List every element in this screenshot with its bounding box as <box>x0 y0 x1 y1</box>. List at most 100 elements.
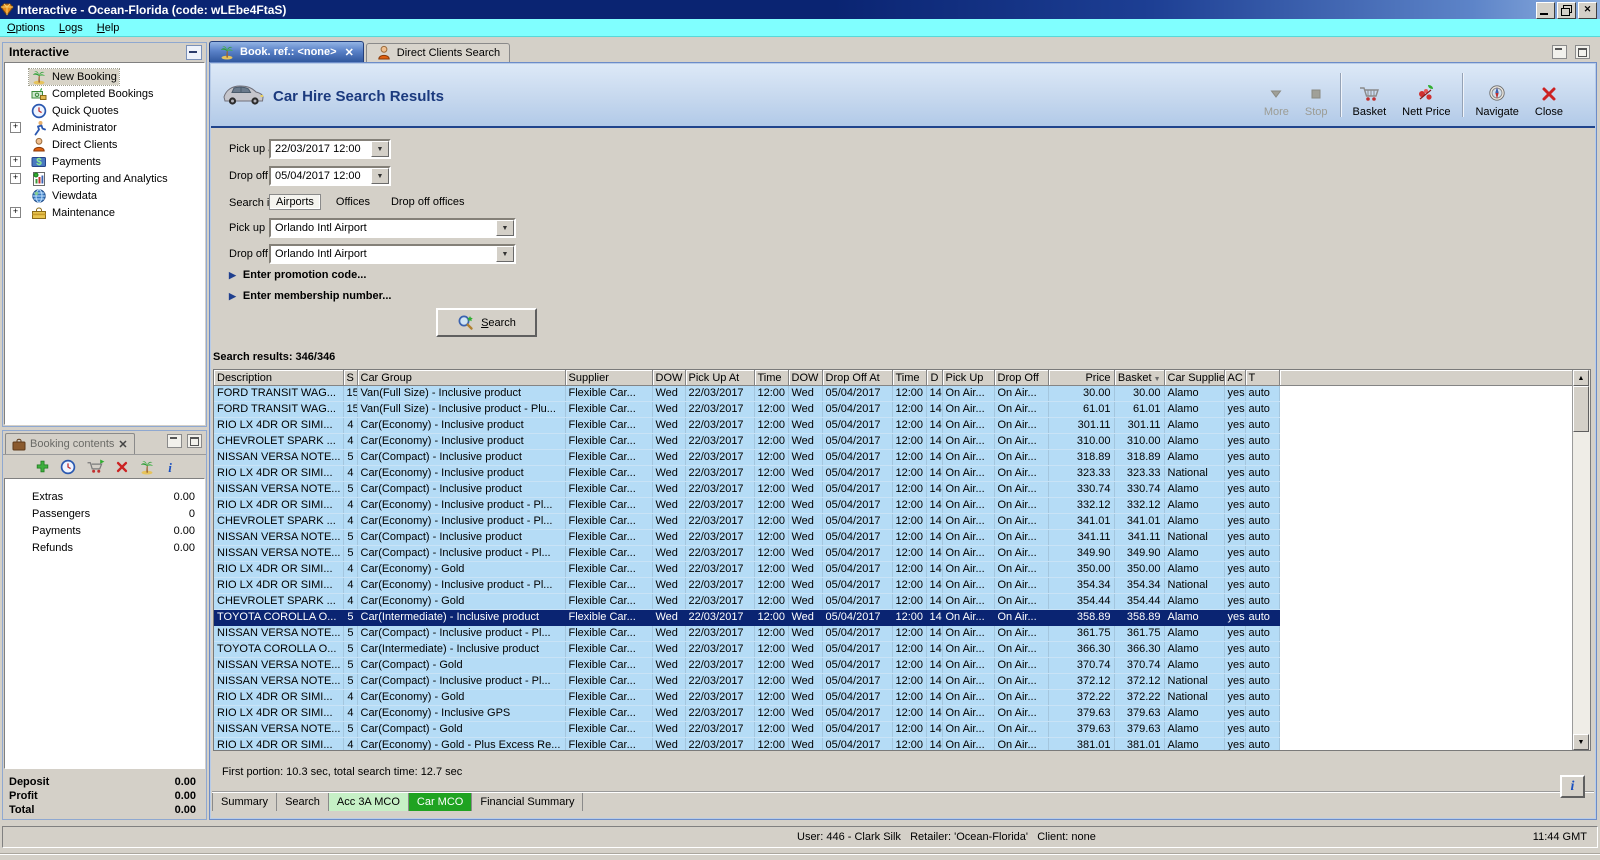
table-row[interactable]: RIO LX 4DR OR SIMI... 4 Car(Economy) - Inc… <box>214 577 1573 594</box>
expand-toggle[interactable]: + <box>10 207 21 218</box>
membership-number-expander[interactable]: ▶ Enter membership number... <box>229 290 391 302</box>
table-row[interactable]: NISSAN VERSA NOTE... 5 Car(Compact) - Incl… <box>214 625 1573 642</box>
sidebar-item-payments[interactable]: + $ Payments <box>5 153 204 170</box>
table-row[interactable]: RIO LX 4DR OR SIMI... 4 Car(Economy) - Inc… <box>214 465 1573 482</box>
table-row[interactable]: RIO LX 4DR OR SIMI... 4 Car(Economy) - Inc… <box>214 705 1573 722</box>
table-row[interactable]: NISSAN VERSA NOTE... 5 Car(Compact) - Incl… <box>214 545 1573 562</box>
table-row[interactable]: NISSAN VERSA NOTE... 5 Car(Compact) - Incl… <box>214 673 1573 690</box>
info-button[interactable]: i <box>165 460 175 474</box>
close-icon[interactable]: ✕ <box>118 438 127 451</box>
quick-quote-button[interactable] <box>60 459 76 475</box>
table-row[interactable]: NISSAN VERSA NOTE... 5 Car(Compact) - Incl… <box>214 481 1573 498</box>
column-header-drop-off-at[interactable]: Drop Off At <box>822 370 893 386</box>
remove-item-button[interactable] <box>115 460 129 474</box>
table-row[interactable]: FORD TRANSIT WAG...15Van(Full Size) - In… <box>214 385 1573 402</box>
search-in-airports[interactable]: Airports <box>269 194 321 210</box>
mdi-maximize-button[interactable] <box>1575 45 1590 59</box>
sidebar-item-administrator[interactable]: + Administrator <box>5 119 204 136</box>
sidebar-item-completed-bookings[interactable]: Completed Bookings <box>5 85 204 102</box>
menu-item-options[interactable]: Options <box>0 21 52 35</box>
column-header-d[interactable]: D <box>926 370 943 386</box>
pickup-select[interactable]: Orlando Intl Airport ▼ <box>269 218 516 238</box>
search-button[interactable]: Search <box>436 308 537 337</box>
table-row[interactable]: NISSAN VERSA NOTE... 5 Car(Compact) - Incl… <box>214 449 1573 466</box>
scrollbar-thumb[interactable] <box>1573 386 1590 432</box>
table-row[interactable]: NISSAN VERSA NOTE... 5 Car(Compact) - Incl… <box>214 529 1573 546</box>
tab-direct-clients-search[interactable]: Direct Clients Search <box>365 43 511 62</box>
new-booking-button[interactable] <box>139 459 155 475</box>
column-header-time[interactable]: Time <box>892 370 927 386</box>
column-header-description[interactable]: Description <box>214 370 344 386</box>
bottom-tab-summary[interactable]: Summary <box>212 793 278 811</box>
close-icon[interactable]: ✕ <box>345 46 354 59</box>
sidebar-item-maintenance[interactable]: + Maintenance <box>5 204 204 221</box>
sidebar-item-viewdata[interactable]: Viewdata <box>5 187 204 204</box>
bottom-tab-acc-3a-mco[interactable]: Acc 3A MCO <box>328 793 409 811</box>
table-row[interactable]: RIO LX 4DR OR SIMI... 4 Car(Economy) - Gol… <box>214 737 1573 750</box>
table-row[interactable]: CHEVROLET SPARK ... 4 Car(Economy) - Inclu… <box>214 433 1573 450</box>
table-row[interactable]: NISSAN VERSA NOTE... 5 Car(Compact) - Gold… <box>214 721 1573 738</box>
sidebar-item-new-booking[interactable]: New Booking <box>5 67 204 86</box>
table-row[interactable]: RIO LX 4DR OR SIMI... 4 Car(Economy) - Gol… <box>214 561 1573 578</box>
chevron-down-icon[interactable]: ▼ <box>496 246 514 262</box>
booking-contents-tab[interactable]: Booking contents ✕ <box>5 433 135 454</box>
sidebar-item-direct-clients[interactable]: Direct Clients <box>5 136 204 153</box>
navigate-button[interactable]: Navigate <box>1467 72 1526 118</box>
column-header-time[interactable]: Time <box>754 370 789 386</box>
info-button[interactable]: i <box>1560 775 1585 798</box>
bottom-tab-search[interactable]: Search <box>277 793 329 811</box>
nett-price-button[interactable]: Nett Price <box>1394 72 1458 118</box>
close-button[interactable]: Close <box>1527 72 1571 118</box>
table-row[interactable]: RIO LX 4DR OR SIMI... 4 Car(Economy) - Gol… <box>214 689 1573 706</box>
panel-maximize-button[interactable] <box>187 434 202 448</box>
table-row[interactable]: TOYOTA COROLLA O... 5 Car(Intermediate) - … <box>214 609 1573 626</box>
chevron-down-icon[interactable]: ▼ <box>371 168 389 184</box>
panel-minimize-button[interactable] <box>167 434 182 448</box>
column-header-car-supplier[interactable]: Car Supplier <box>1164 370 1225 386</box>
menu-item-logs[interactable]: Logs <box>52 21 90 35</box>
chevron-down-icon[interactable]: ▼ <box>371 141 389 157</box>
expand-toggle[interactable]: + <box>10 173 21 184</box>
column-header-price[interactable]: Price <box>1048 370 1115 386</box>
expand-toggle[interactable]: + <box>10 156 21 167</box>
sidebar-collapse-button[interactable] <box>186 44 202 60</box>
column-header-pick-up-at[interactable]: Pick Up At <box>685 370 755 386</box>
column-header-pick-up[interactable]: Pick Up <box>942 370 995 386</box>
table-row[interactable]: CHEVROLET SPARK ... 4 Car(Economy) - Inclu… <box>214 513 1573 530</box>
column-header-dow[interactable]: DOW <box>652 370 686 386</box>
basket-button[interactable]: Basket <box>1345 72 1395 118</box>
bottom-tab-financial-summary[interactable]: Financial Summary <box>472 793 584 811</box>
column-header-supplier[interactable]: Supplier <box>565 370 653 386</box>
column-header-basket[interactable]: Basket ▼ <box>1114 370 1165 386</box>
chevron-down-icon[interactable]: ▼ <box>496 220 514 236</box>
bottom-tab-car-mco[interactable]: Car MCO <box>408 793 473 811</box>
sidebar-item-quick-quotes[interactable]: Quick Quotes <box>5 102 204 119</box>
table-row[interactable]: RIO LX 4DR OR SIMI... 4 Car(Economy) - Inc… <box>214 497 1573 514</box>
mdi-minimize-button[interactable] <box>1552 45 1567 59</box>
expand-toggle[interactable]: + <box>10 122 21 133</box>
tab-book-ref-none[interactable]: Book. ref.: <none> ✕ <box>209 41 364 62</box>
restore-button[interactable] <box>1557 2 1576 19</box>
table-row[interactable]: CHEVROLET SPARK ... 4 Car(Economy) - Gold F… <box>214 593 1573 610</box>
column-header-filler[interactable] <box>1279 370 1573 386</box>
column-header-dow[interactable]: DOW <box>788 370 823 386</box>
close-button[interactable]: ✕ <box>1578 2 1597 19</box>
menu-item-help[interactable]: Help <box>90 21 127 35</box>
table-row[interactable]: NISSAN VERSA NOTE... 5 Car(Compact) - Gold… <box>214 657 1573 674</box>
search-in-offices[interactable]: Offices <box>330 195 376 209</box>
column-header-drop-off[interactable]: Drop Off <box>994 370 1049 386</box>
column-header-s[interactable]: S <box>343 370 358 386</box>
minimize-button[interactable] <box>1536 2 1555 19</box>
table-row[interactable]: FORD TRANSIT WAG...15Van(Full Size) - In… <box>214 401 1573 418</box>
column-header-car-group[interactable]: Car Group <box>357 370 566 386</box>
move-to-basket-button[interactable] <box>86 459 105 474</box>
sidebar-item-reporting-and-analytics[interactable]: + Reporting and Analytics <box>5 170 204 187</box>
scroll-down-button[interactable]: ▼ <box>1573 734 1590 750</box>
table-row[interactable]: TOYOTA COROLLA O... 5 Car(Intermediate) - … <box>214 641 1573 658</box>
promotion-code-expander[interactable]: ▶ Enter promotion code... <box>229 269 366 281</box>
add-item-button[interactable] <box>35 459 50 474</box>
search-in-drop-off-offices[interactable]: Drop off offices <box>385 195 471 209</box>
column-header-ac[interactable]: AC <box>1224 370 1246 386</box>
dropoff-select[interactable]: Orlando Intl Airport ▼ <box>269 244 516 264</box>
scroll-up-button[interactable]: ▲ <box>1573 370 1590 386</box>
